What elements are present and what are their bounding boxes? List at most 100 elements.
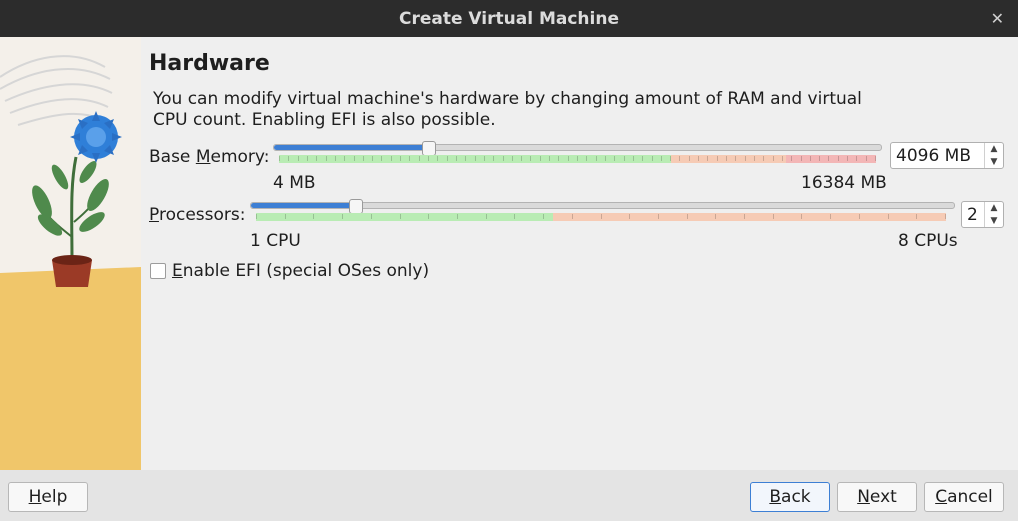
base-memory-max-label: 16384 MB (801, 173, 887, 193)
wizard-illustration (0, 37, 141, 470)
base-memory-slider-handle[interactable] (422, 141, 436, 156)
back-rest: ack (781, 487, 811, 507)
slider-tick (859, 214, 860, 219)
processors-max-label: 8 CPUs (898, 231, 958, 251)
slider-tick (572, 214, 573, 219)
slider-tick (486, 214, 487, 219)
back-button[interactable]: Back (750, 482, 830, 512)
base-memory-slider-fill (274, 145, 430, 150)
slider-tick (670, 156, 671, 161)
base-memory-value[interactable]: 4096 MB (891, 146, 984, 166)
slider-tick (726, 156, 727, 161)
slider-tick (298, 156, 299, 161)
window-title: Create Virtual Machine (399, 8, 619, 29)
base-memory-spinbox[interactable]: 4096 MB ▲ ▼ (890, 142, 1004, 169)
slider-tick (679, 156, 680, 161)
slider-tick (586, 156, 587, 161)
slider-tick (754, 156, 755, 161)
slider-tick (717, 156, 718, 161)
slider-tick (372, 156, 373, 161)
slider-tick (801, 156, 802, 161)
slider-tick (698, 156, 699, 161)
enable-efi-checkbox[interactable] (150, 263, 166, 279)
slider-tick (763, 156, 764, 161)
slider-tick (447, 156, 448, 161)
slider-tick (549, 156, 550, 161)
processors-slider-handle[interactable] (349, 199, 363, 214)
slider-tick (503, 156, 504, 161)
slider-tick (847, 156, 848, 161)
enable-efi-label-mnemonic: E (172, 261, 183, 281)
slider-tick (530, 156, 531, 161)
processors-label-mnemonic: P (149, 205, 159, 225)
base-memory-slider[interactable] (273, 141, 883, 167)
help-button[interactable]: Help (8, 482, 88, 512)
slider-tick (428, 156, 429, 161)
slider-tick (465, 156, 466, 161)
cancel-rest: ancel (947, 487, 993, 507)
slider-tick (605, 156, 606, 161)
slider-tick (624, 156, 625, 161)
slider-tick (475, 156, 476, 161)
back-mnemonic: B (769, 487, 782, 507)
slider-tick (828, 156, 829, 161)
slider-tick (285, 214, 286, 219)
close-icon[interactable]: ✕ (991, 9, 1004, 28)
plant-illustration (0, 37, 141, 470)
processors-spin-arrows: ▲ ▼ (984, 202, 1003, 227)
base-memory-ticks (279, 155, 876, 163)
slider-tick (614, 156, 615, 161)
slider-tick (335, 156, 336, 161)
next-rest: ext (869, 487, 897, 507)
slider-tick (457, 214, 458, 219)
slider-tick (819, 156, 820, 161)
processors-spinbox[interactable]: 2 ▲ ▼ (961, 201, 1004, 228)
slider-tick (456, 156, 457, 161)
processors-min-label: 1 CPU (250, 231, 301, 251)
processors-value[interactable]: 2 (962, 205, 984, 225)
processors-slider-fill (251, 203, 357, 208)
slider-tick (316, 156, 317, 161)
slider-tick (307, 156, 308, 161)
slider-tick (745, 156, 746, 161)
chevron-up-icon[interactable]: ▲ (985, 143, 1003, 156)
slider-tick (782, 156, 783, 161)
slider-tick (409, 156, 410, 161)
page-title: Hardware (149, 51, 270, 76)
slider-tick (601, 214, 602, 219)
slider-tick (326, 156, 327, 161)
processors-label: Processors: (149, 205, 245, 225)
slider-tick (400, 156, 401, 161)
slider-tick (521, 156, 522, 161)
enable-efi-label[interactable]: Enable EFI (special OSes only) (172, 261, 429, 281)
slider-tick (744, 214, 745, 219)
help-mnemonic: H (28, 487, 42, 507)
slider-tick (400, 214, 401, 219)
slider-tick (735, 156, 736, 161)
slider-tick (866, 156, 867, 161)
slider-tick (791, 156, 792, 161)
next-mnemonic: N (857, 487, 870, 507)
slider-tick (596, 156, 597, 161)
cancel-button[interactable]: Cancel (924, 482, 1004, 512)
slider-tick (363, 156, 364, 161)
title-bar: Create Virtual Machine ✕ (0, 0, 1018, 37)
processors-slider[interactable] (250, 199, 956, 225)
slider-tick (313, 214, 314, 219)
button-bar: Help Back Next Cancel (0, 470, 1018, 521)
slider-tick (707, 156, 708, 161)
slider-tick (342, 214, 343, 219)
slider-tick (543, 214, 544, 219)
next-button[interactable]: Next (837, 482, 917, 512)
slider-tick (256, 214, 257, 219)
chevron-up-icon[interactable]: ▲ (985, 202, 1003, 215)
slider-tick (484, 156, 485, 161)
slider-tick (810, 156, 811, 161)
chevron-down-icon[interactable]: ▼ (985, 156, 1003, 169)
chevron-down-icon[interactable]: ▼ (985, 215, 1003, 228)
slider-tick (514, 214, 515, 219)
base-memory-spin-arrows: ▲ ▼ (984, 143, 1003, 168)
base-memory-label-pre: Base (149, 147, 196, 167)
slider-tick (428, 214, 429, 219)
slider-tick (558, 156, 559, 161)
